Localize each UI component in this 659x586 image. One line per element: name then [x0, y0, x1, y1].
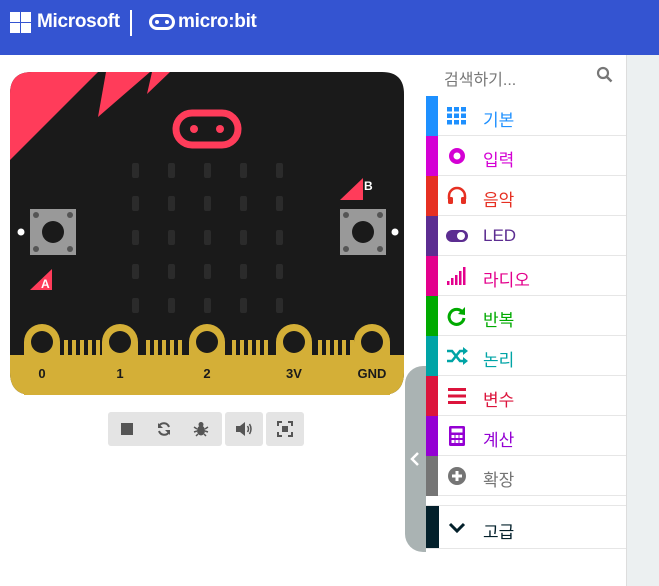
- category-color-bar: [426, 216, 438, 256]
- category-basic[interactable]: 기본: [426, 96, 626, 136]
- category-label: 기본: [483, 111, 515, 130]
- header-divider: [130, 10, 132, 36]
- button-b-label: B: [364, 179, 373, 193]
- category-color-bar: [426, 506, 439, 548]
- input-circle-icon: [449, 148, 465, 164]
- sound-icon: [235, 422, 252, 436]
- category-label: 고급: [483, 523, 515, 542]
- toolbox: 검색하기... 기본 입력 음악 LED 라디오 반복 논리 변수 계산 확장 …: [426, 55, 627, 586]
- category-label: 논리: [483, 351, 515, 370]
- category-logic[interactable]: 논리: [426, 336, 626, 376]
- stop-button[interactable]: [108, 412, 145, 446]
- category-label: 계산: [483, 431, 515, 450]
- debug-icon: [193, 422, 208, 437]
- category-color-bar: [426, 336, 438, 376]
- pin-0[interactable]: [24, 324, 60, 395]
- grid-icon: [447, 107, 466, 125]
- pin-1[interactable]: [102, 324, 138, 395]
- microbit-brand[interactable]: micro:bit: [178, 11, 257, 33]
- chevron-left-icon: [410, 452, 419, 466]
- search-input[interactable]: 검색하기...: [444, 66, 516, 90]
- category-label: LED: [483, 226, 517, 245]
- pin-2[interactable]: [189, 324, 225, 395]
- category-color-bar: [426, 376, 438, 416]
- loop-arrow-icon: [447, 307, 466, 326]
- microbit-board[interactable]: A B 0 1 2 3V GND: [10, 72, 406, 395]
- category-color-bar: [426, 96, 438, 136]
- category-math[interactable]: 계산: [426, 416, 626, 456]
- pin-2-label: 2: [203, 366, 210, 381]
- category-music[interactable]: 음악: [426, 176, 626, 216]
- button-a-label: A: [41, 277, 50, 291]
- plus-circle-icon: [448, 467, 466, 485]
- shuffle-icon: [447, 347, 468, 365]
- microbit-logo-icon[interactable]: [149, 14, 175, 30]
- fullscreen-icon: [276, 421, 293, 437]
- pin-0-label: 0: [38, 366, 45, 381]
- simulator-panel: A B 0 1 2 3V GND: [0, 55, 426, 586]
- pin-1-label: 1: [116, 366, 123, 381]
- collapse-simulator-button[interactable]: [405, 366, 426, 552]
- microsoft-brand[interactable]: Microsoft: [37, 11, 120, 33]
- category-color-bar: [426, 296, 438, 336]
- sound-button[interactable]: [225, 412, 262, 446]
- chevron-down-icon: [448, 522, 466, 534]
- restart-button[interactable]: [145, 412, 182, 446]
- category-extensions[interactable]: 확장: [426, 456, 626, 496]
- microsoft-logo-icon[interactable]: [10, 12, 31, 33]
- category-label: 라디오: [483, 271, 530, 290]
- blocks-workspace[interactable]: [627, 55, 659, 586]
- search-icon[interactable]: [596, 66, 613, 83]
- category-label: 확장: [483, 471, 515, 490]
- pin-3v-label: 3V: [286, 366, 302, 381]
- toolbox-search[interactable]: 검색하기...: [426, 55, 626, 95]
- pin-3v[interactable]: [276, 324, 312, 395]
- category-color-bar: [426, 256, 438, 296]
- category-radio[interactable]: 라디오: [426, 256, 626, 296]
- category-label: 반복: [483, 311, 515, 330]
- pin-gnd[interactable]: [354, 324, 390, 395]
- category-color-bar: [426, 416, 438, 456]
- simulator-controls: [108, 412, 222, 446]
- calculator-icon: [449, 426, 465, 446]
- restart-icon: [157, 422, 170, 436]
- category-label: 음악: [483, 191, 515, 210]
- category-color-bar: [426, 136, 438, 176]
- debug-button[interactable]: [182, 412, 219, 446]
- header-bar: Microsoft micro:bit: [0, 0, 659, 55]
- category-label: 입력: [483, 151, 515, 170]
- headphones-icon: [447, 186, 467, 204]
- category-advanced[interactable]: 고급: [426, 505, 626, 549]
- fullscreen-control: [266, 412, 304, 446]
- signal-bars-icon: [447, 267, 466, 285]
- category-input[interactable]: 입력: [426, 136, 626, 176]
- category-label: 변수: [483, 391, 515, 410]
- pin-gnd-label: GND: [358, 366, 387, 381]
- fullscreen-button[interactable]: [266, 412, 303, 446]
- category-led[interactable]: LED: [426, 216, 626, 256]
- sound-control: [225, 412, 263, 446]
- toggle-icon: [446, 230, 468, 242]
- stop-icon: [120, 423, 133, 435]
- category-loops[interactable]: 반복: [426, 296, 626, 336]
- list-lines-icon: [448, 388, 466, 404]
- category-color-bar: [426, 456, 438, 496]
- category-variables[interactable]: 변수: [426, 376, 626, 416]
- category-color-bar: [426, 176, 438, 216]
